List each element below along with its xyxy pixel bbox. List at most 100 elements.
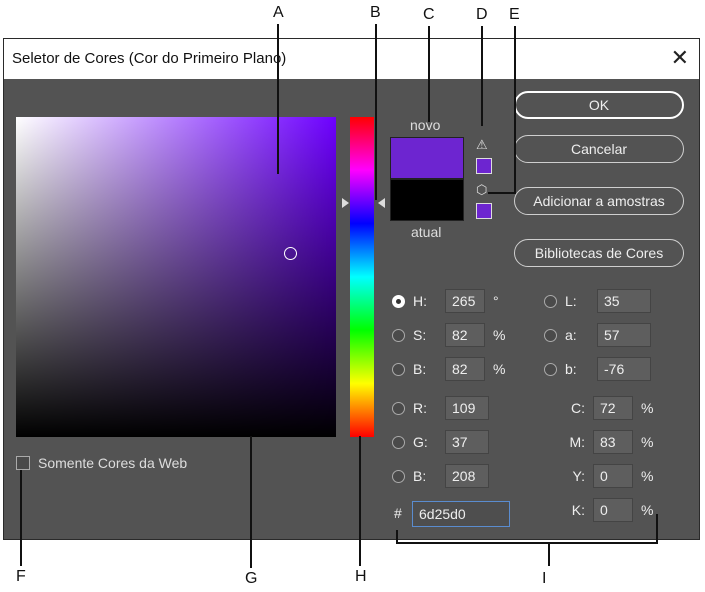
rgb-r-label: R: (413, 400, 427, 416)
hsb-b-input[interactable]: 82 (445, 357, 485, 381)
hue-slider[interactable] (350, 117, 374, 437)
web-safe-swatch[interactable] (476, 203, 492, 219)
ok-button[interactable]: OK (514, 91, 684, 119)
cmyk-y-unit: % (641, 468, 654, 484)
callout-e-line-v (514, 26, 516, 194)
rgb-g-input[interactable]: 37 (445, 430, 489, 454)
color-field-cursor[interactable] (284, 247, 297, 260)
rgb-b-label: B: (413, 468, 427, 484)
callout-e: E (509, 6, 520, 23)
callout-b-line-v (375, 24, 377, 108)
rgb-g-radio[interactable] (392, 435, 405, 449)
new-color-swatch (390, 137, 464, 179)
callout-c: C (423, 6, 435, 23)
web-only-toggle[interactable]: Somente Cores da Web (16, 455, 187, 471)
web-safe-cube-icon[interactable]: ⬡ (476, 182, 487, 198)
callout-b: B (370, 4, 381, 21)
hsb-b-label: B: (413, 361, 427, 377)
hsb-s-row: S: 82 % (392, 323, 505, 347)
hsb-h-input[interactable]: 265 (445, 289, 485, 313)
cancel-button[interactable]: Cancelar (514, 135, 684, 163)
web-only-checkbox[interactable] (16, 456, 30, 470)
hue-slider-right-arrow-icon[interactable] (378, 198, 385, 208)
out-of-gamut-warning-icon[interactable]: ⚠ (476, 137, 488, 153)
cmyk-y-label: Y: (572, 468, 585, 484)
rgb-r-radio[interactable] (392, 401, 405, 415)
color-field[interactable] (16, 117, 336, 437)
lab-l-input[interactable]: 35 (597, 289, 651, 313)
hex-hash-label: # (394, 505, 402, 521)
callout-f: F (16, 568, 26, 585)
hex-input[interactable]: 6d25d0 (412, 501, 510, 527)
hsb-s-input[interactable]: 82 (445, 323, 485, 347)
rgb-g-row: G: 37 (392, 430, 489, 454)
lab-l-radio[interactable] (544, 294, 557, 308)
cmyk-c-input[interactable]: 72 (593, 396, 633, 420)
callout-c-line (428, 26, 430, 122)
web-only-label: Somente Cores da Web (38, 455, 188, 471)
color-libraries-button[interactable]: Bibliotecas de Cores (514, 239, 684, 267)
title-bar: Seletor de Cores (Cor do Primeiro Plano)… (4, 39, 699, 79)
callout-a-line (277, 24, 279, 174)
lab-a-input[interactable]: 57 (597, 323, 651, 347)
hsb-s-label: S: (413, 327, 427, 343)
hsb-s-radio[interactable] (392, 328, 405, 342)
lab-b-radio[interactable] (544, 362, 557, 376)
callout-h: H (355, 568, 367, 585)
lab-b-input[interactable]: -76 (597, 357, 651, 381)
callout-b-line-v2 (375, 108, 377, 200)
color-picker-dialog: Seletor de Cores (Cor do Primeiro Plano)… (3, 38, 700, 540)
close-icon[interactable]: ✕ (671, 45, 689, 71)
rgb-b-input[interactable]: 208 (445, 464, 489, 488)
current-color-label: atual (411, 224, 442, 240)
hsb-s-unit: % (493, 327, 506, 343)
cmyk-m-input[interactable]: 83 (593, 430, 633, 454)
cmyk-c-unit: % (641, 400, 654, 416)
callout-i-line-v (548, 542, 550, 566)
cmyk-c-row: C: 72 % (559, 396, 653, 420)
callout-i-line-r (656, 514, 658, 544)
callout-a: A (273, 4, 284, 21)
hsb-h-label: H: (413, 293, 427, 309)
lab-a-label: a: (565, 327, 577, 343)
gamut-swatch[interactable] (476, 158, 492, 174)
hue-slider-left-arrow-icon[interactable] (342, 198, 349, 208)
callout-f-line (20, 470, 22, 566)
hsb-b-unit: % (493, 361, 506, 377)
callout-g: G (245, 570, 258, 587)
dialog-title: Seletor de Cores (Cor do Primeiro Plano) (12, 50, 287, 67)
lab-a-radio[interactable] (544, 328, 557, 342)
callout-i: I (542, 570, 547, 587)
callout-g-line (250, 436, 252, 568)
current-color-swatch[interactable] (390, 179, 464, 221)
callout-e-line-h (488, 192, 516, 194)
cmyk-k-unit: % (641, 502, 654, 518)
callout-i-line-h (396, 542, 658, 544)
hsb-h-row: H: 265 ° (392, 289, 499, 313)
hsb-b-radio[interactable] (392, 362, 405, 376)
hsb-b-row: B: 82 % (392, 357, 505, 381)
rgb-r-input[interactable]: 109 (445, 396, 489, 420)
rgb-r-row: R: 109 (392, 396, 489, 420)
cmyk-c-label: C: (571, 400, 585, 416)
cmyk-y-input[interactable]: 0 (593, 464, 633, 488)
cmyk-k-row: K: 0 % (559, 498, 653, 522)
hsb-h-radio[interactable] (392, 294, 405, 308)
lab-a-row: a: 57 (544, 323, 651, 347)
cmyk-y-row: Y: 0 % (559, 464, 653, 488)
rgb-g-label: G: (413, 434, 428, 450)
rgb-b-row: B: 208 (392, 464, 489, 488)
callout-h-line (359, 436, 361, 566)
cmyk-m-row: M: 83 % (559, 430, 653, 454)
lab-l-label: L: (565, 293, 577, 309)
lab-l-row: L: 35 (544, 289, 651, 313)
lab-b-label: b: (565, 361, 577, 377)
add-to-swatches-button[interactable]: Adicionar a amostras (514, 187, 684, 215)
callout-i-line-l (396, 530, 398, 544)
callout-d: D (476, 6, 488, 23)
rgb-b-radio[interactable] (392, 469, 405, 483)
new-color-label: novo (410, 117, 441, 133)
lab-b-row: b: -76 (544, 357, 651, 381)
cmyk-k-input[interactable]: 0 (593, 498, 633, 522)
cmyk-m-label: M: (569, 434, 585, 450)
